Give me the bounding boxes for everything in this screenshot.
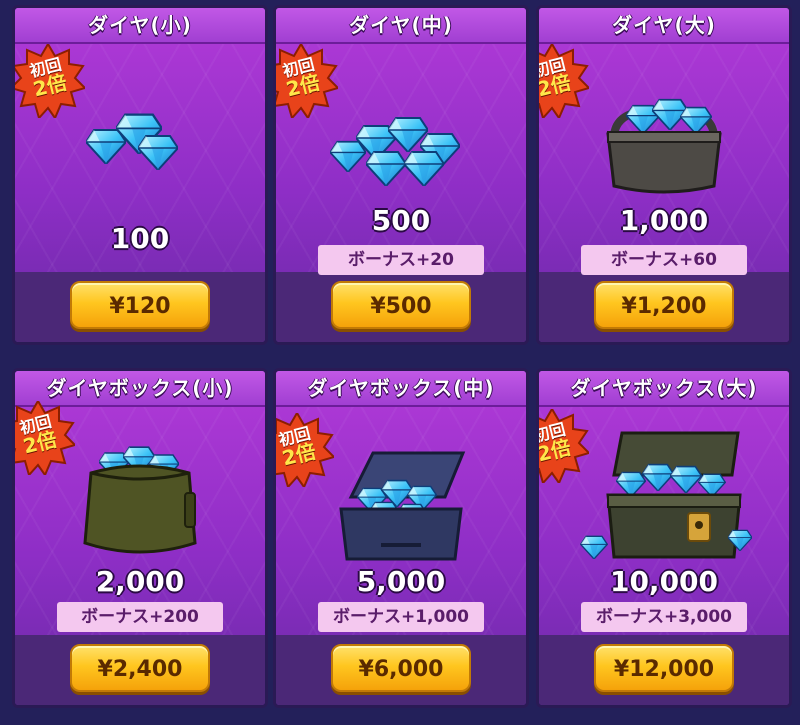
bonus-label: ボーナス+200 (57, 602, 223, 632)
diamond-sack-icon (83, 446, 197, 554)
bonus-label: ボーナス+3,000 (581, 602, 747, 632)
product-title: ダイヤボックス(大) (539, 371, 789, 407)
medium-diamond-pile-icon (330, 117, 460, 186)
product-card-diamond-box-small[interactable]: ダイヤボックス(小) 初回 2倍 2,000 ボーナス+200 ¥2,400 (12, 368, 268, 708)
buy-button[interactable]: ¥500 (331, 281, 471, 329)
buy-button[interactable]: ¥6,000 (331, 644, 471, 692)
product-card-diamond-large[interactable]: ダイヤ(大) 初回 2倍 1,000 ボーナス+60 ¥1,200 (536, 5, 792, 345)
diamond-amount: 5,000 (356, 565, 446, 598)
bonus-label: ボーナス+20 (318, 245, 484, 275)
buy-button[interactable]: ¥1,200 (594, 281, 734, 329)
product-title: ダイヤボックス(中) (276, 371, 526, 407)
product-title: ダイヤ(小) (15, 8, 265, 44)
diamond-amount: 1,000 (619, 204, 709, 237)
first-purchase-double-badge: 初回 2倍 (15, 43, 86, 119)
first-purchase-double-badge: 初回 2倍 (276, 412, 335, 488)
diamond-amount: 2,000 (95, 565, 185, 598)
diamond-case-icon (339, 451, 466, 561)
product-card-diamond-small[interactable]: ダイヤ(小) 初回 2倍 100 ¥120 (12, 5, 268, 345)
product-title: ダイヤ(大) (539, 8, 789, 44)
product-card-diamond-box-large[interactable]: ダイヤボックス(大) 初回 2倍 10,000 ボーナス+3,000 ¥12,00… (536, 368, 792, 708)
buy-button[interactable]: ¥120 (70, 281, 210, 329)
buy-button[interactable]: ¥12,000 (594, 644, 734, 692)
buy-button[interactable]: ¥2,400 (70, 644, 210, 692)
diamond-chest-icon (580, 431, 752, 559)
first-purchase-double-badge: 初回 2倍 (15, 400, 76, 476)
bonus-label: ボーナス+60 (581, 245, 747, 275)
diamond-amount: 500 (371, 204, 431, 237)
diamond-bag-icon (606, 98, 722, 194)
small-diamond-pile-icon (86, 113, 178, 170)
product-card-diamond-medium[interactable]: ダイヤ(中) 初回 2倍 500 ボーナス+20 ¥500 (273, 5, 529, 345)
diamond-amount: 10,000 (609, 565, 719, 598)
first-purchase-double-badge: 初回 2倍 (539, 43, 590, 119)
product-card-diamond-box-medium[interactable]: ダイヤボックス(中) 初回 2倍 5,000 ボーナス+1,000 ¥6,000 (273, 368, 529, 708)
diamond-amount: 100 (110, 222, 170, 255)
product-title: ダイヤ(中) (276, 8, 526, 44)
bonus-label: ボーナス+1,000 (318, 602, 484, 632)
